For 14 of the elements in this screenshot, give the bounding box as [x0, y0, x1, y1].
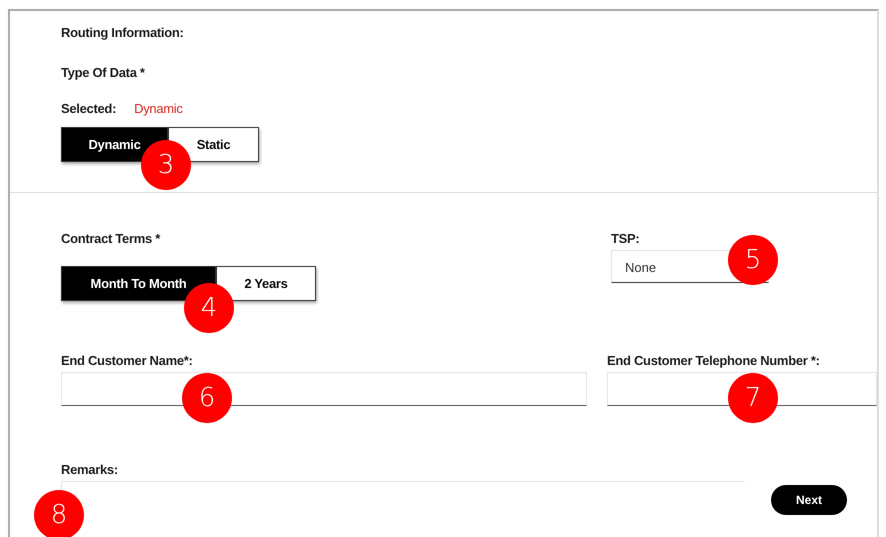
field-label: End Customer Telephone Number *: — [607, 353, 821, 368]
selected-value: Dynamic — [134, 101, 183, 116]
callout-tooltip: 5 — [728, 235, 778, 285]
section-heading: Routing Information: — [61, 25, 185, 40]
field-label: Contract Terms * — [61, 231, 162, 246]
callout-tooltip: 7 — [728, 373, 778, 423]
callout-tooltip: 3 — [141, 140, 191, 190]
field-label: Type Of Data * — [61, 65, 146, 80]
selected-label: Selected: — [61, 101, 116, 116]
callout-tooltip: 6 — [182, 373, 232, 423]
callout-tooltip: 8 — [34, 490, 84, 537]
field-label: End Customer Name*: — [61, 353, 194, 368]
field-label: Remarks: — [61, 462, 119, 477]
field-label: TSP: — [611, 231, 640, 246]
